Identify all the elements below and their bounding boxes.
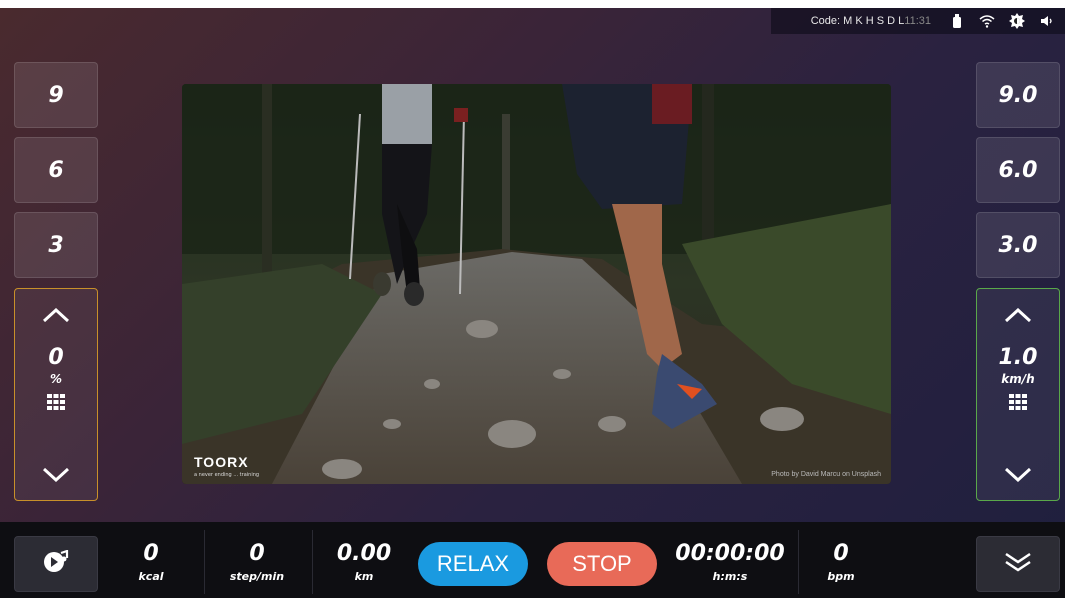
status-bar: Code: M K H S D L11:31: [771, 8, 1065, 34]
trail-scene-image: [182, 84, 891, 484]
calories-metric: 0 kcal: [118, 532, 184, 592]
incline-down-icon[interactable]: [42, 467, 70, 486]
incline-up-icon[interactable]: [42, 307, 70, 326]
calories-value: 0: [143, 540, 159, 566]
calories-unit: kcal: [138, 569, 164, 583]
time-value: 00:00:00: [675, 540, 785, 566]
speed-value: 1.0: [998, 345, 1038, 370]
speed-keypad-icon[interactable]: [1009, 394, 1027, 414]
incline-keypad-icon[interactable]: [47, 394, 65, 414]
top-edge: [0, 0, 1065, 8]
incline-preset-6-button[interactable]: 6: [14, 137, 98, 203]
speed-preset-3-button[interactable]: 3.0: [976, 212, 1060, 278]
volume-icon[interactable]: [1039, 13, 1055, 29]
time-unit: h:m:s: [712, 569, 748, 583]
bottom-bar: 0 kcal 0 step/min 0.00 km RELAX STOP 00:…: [0, 522, 1065, 598]
photo-credit: Photo by David Marcu on Unsplash: [771, 471, 881, 478]
steps-unit: step/min: [229, 569, 285, 583]
incline-preset-9-button[interactable]: 9: [14, 62, 98, 128]
distance-unit: km: [354, 569, 374, 583]
relax-button[interactable]: RELAX: [418, 542, 528, 586]
divider: [798, 530, 799, 594]
speed-control: 1.0 km/h: [976, 288, 1060, 501]
speed-preset-9-button[interactable]: 9.0: [976, 62, 1060, 128]
steps-value: 0: [249, 540, 265, 566]
distance-metric: 0.00 km: [322, 532, 406, 592]
music-icon: [43, 549, 69, 578]
music-button[interactable]: [14, 536, 98, 592]
brand-tagline: a never ending ... training: [194, 472, 260, 478]
double-chevron-down-icon: [1004, 551, 1032, 577]
incline-value: 0: [48, 345, 64, 370]
distance-value: 0.00: [336, 540, 392, 566]
usb-icon: [949, 13, 965, 29]
user-code: Code: M K H S D L11:31: [810, 15, 931, 27]
divider: [312, 530, 313, 594]
stop-button[interactable]: STOP: [547, 542, 657, 586]
brightness-icon[interactable]: [1009, 13, 1025, 29]
steps-metric: 0 step/min: [214, 532, 300, 592]
speed-up-icon[interactable]: [1004, 307, 1032, 326]
divider: [204, 530, 205, 594]
incline-control: 0 %: [14, 288, 98, 501]
speed-down-icon[interactable]: [1004, 467, 1032, 486]
speed-preset-6-button[interactable]: 6.0: [976, 137, 1060, 203]
heart-rate-value: 0: [833, 540, 849, 566]
incline-preset-3-button[interactable]: 3: [14, 212, 98, 278]
expand-panel-button[interactable]: [976, 536, 1060, 592]
speed-unit: km/h: [1001, 372, 1035, 386]
brand-logo: TOORX: [194, 454, 249, 470]
heart-rate-unit: bpm: [827, 569, 855, 583]
incline-unit: %: [49, 372, 63, 386]
wifi-icon: [979, 13, 995, 29]
heart-rate-metric: 0 bpm: [806, 532, 876, 592]
time-metric: 00:00:00 h:m:s: [668, 532, 792, 592]
trail-video: TOORX a never ending ... training Photo …: [182, 84, 891, 484]
